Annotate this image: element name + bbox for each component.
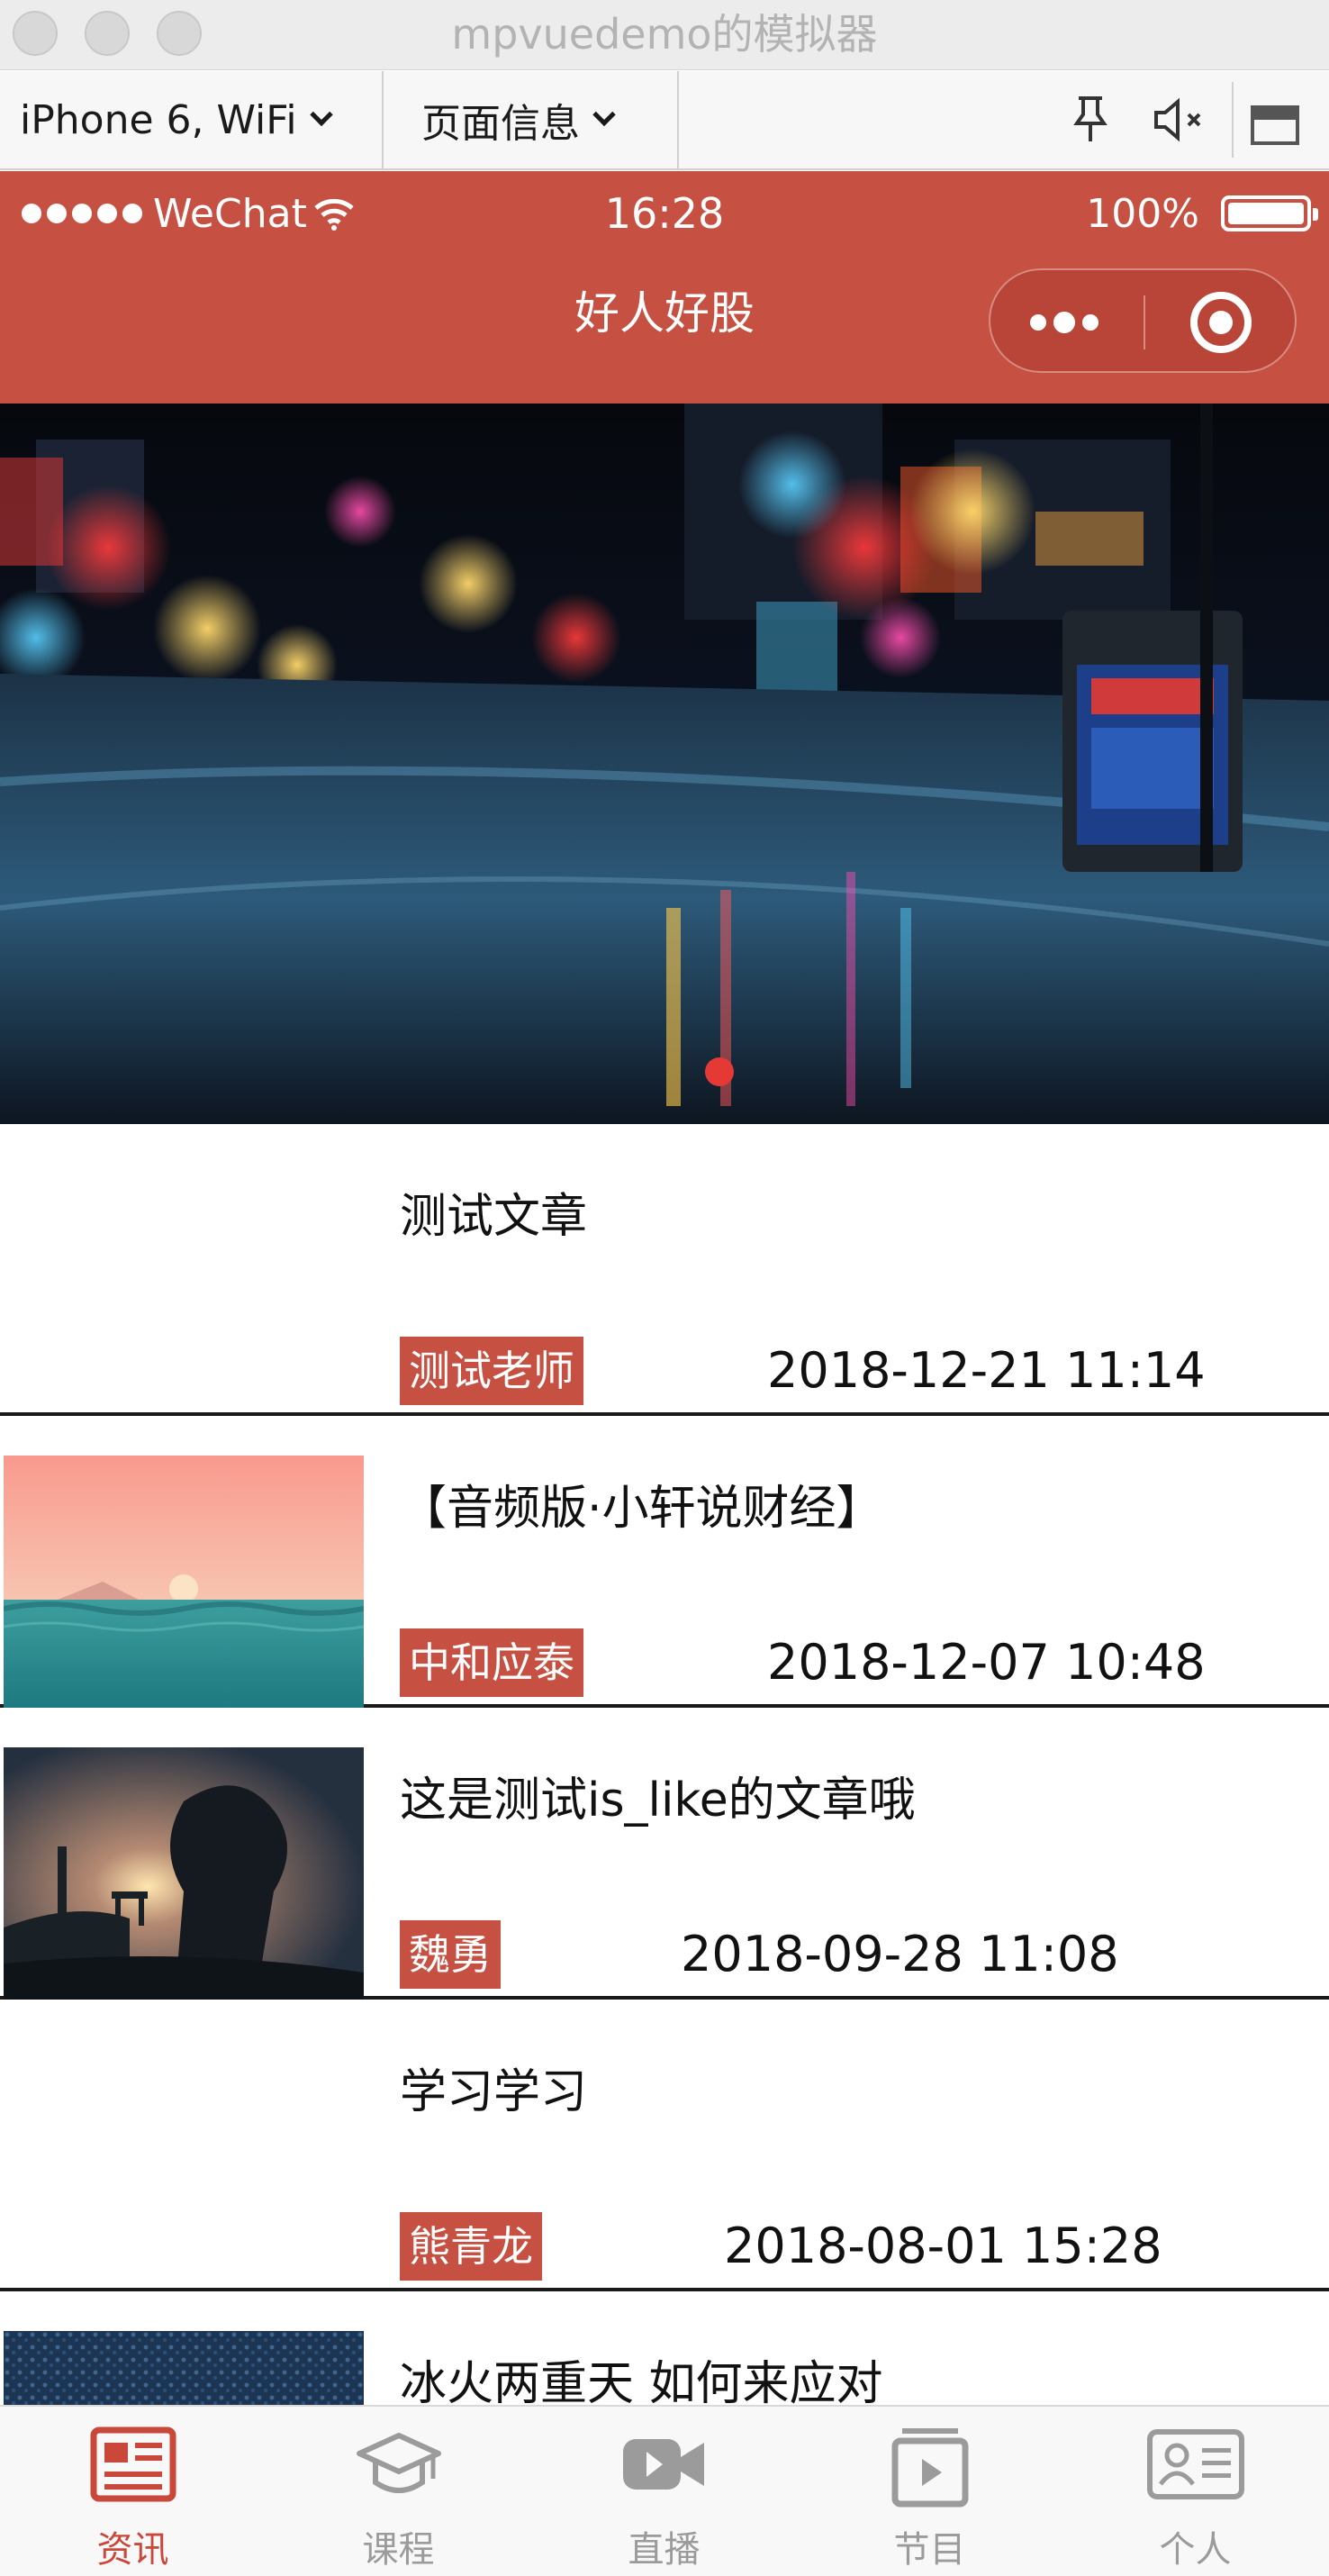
article-date: 2018-12-21 11:14 bbox=[767, 1342, 1206, 1399]
tab-live[interactable]: 直播 bbox=[531, 2407, 797, 2576]
close-miniprogram-icon[interactable] bbox=[1190, 292, 1252, 353]
tab-profile[interactable]: 个人 bbox=[1062, 2407, 1328, 2576]
status-battery: 100% bbox=[1086, 182, 1318, 245]
author-tag: 中和应泰 bbox=[400, 1628, 583, 1697]
battery-icon bbox=[1221, 195, 1318, 231]
mute-icon[interactable] bbox=[1151, 95, 1208, 145]
chevron-down-icon bbox=[592, 103, 616, 127]
article-title: 【音频版·小轩说财经】 bbox=[400, 1482, 883, 1536]
article-list: 测试文章 测试老师 2018-12-21 11:14 【音频版·小轩说财经】 中… bbox=[0, 1124, 1329, 2576]
list-item[interactable]: 学习学习 熊青龙 2018-08-01 15:28 bbox=[0, 2000, 1329, 2291]
swiper-indicator-dot[interactable] bbox=[705, 1057, 734, 1086]
page-info-selector[interactable]: 页面信息 bbox=[384, 71, 679, 168]
article-title: 这是测试is_like的文章哦 bbox=[400, 1773, 916, 1828]
list-item[interactable]: 【音频版·小轩说财经】 中和应泰 2018-12-07 10:48 bbox=[0, 1416, 1329, 1708]
window-title: mpvuedemo的模拟器 bbox=[451, 10, 878, 59]
list-item[interactable]: 测试文章 测试老师 2018-12-21 11:14 bbox=[0, 1124, 1329, 1416]
tab-bar: 资讯 课程 直播 节目 个人 bbox=[0, 2405, 1329, 2576]
news-icon bbox=[90, 2426, 176, 2502]
article-date: 2018-12-07 10:48 bbox=[767, 1634, 1206, 1691]
miniprogram-capsule bbox=[989, 268, 1297, 373]
article-thumbnail bbox=[4, 1456, 364, 1708]
author-tag: 熊青龙 bbox=[400, 2212, 542, 2281]
article-title: 学习学习 bbox=[400, 2065, 588, 2119]
more-dots-icon[interactable] bbox=[1030, 312, 1098, 333]
simulator-toolbar: iPhone 6, WiFi 页面信息 bbox=[0, 71, 1329, 170]
tab-label: 节目 bbox=[893, 2529, 966, 2571]
device-label: iPhone 6, WiFi bbox=[20, 96, 297, 143]
video-camera-icon bbox=[622, 2439, 704, 2490]
banner-swiper[interactable] bbox=[0, 404, 1329, 1124]
article-date: 2018-08-01 15:28 bbox=[724, 2218, 1162, 2274]
pin-icon[interactable] bbox=[1071, 95, 1109, 145]
article-thumbnail bbox=[4, 1747, 364, 2000]
tab-label: 资讯 bbox=[96, 2529, 169, 2571]
device-selector[interactable]: iPhone 6, WiFi bbox=[0, 71, 384, 168]
article-title: 冰火两重天 如何来应对 bbox=[400, 2357, 883, 2411]
tab-courses[interactable]: 课程 bbox=[266, 2407, 531, 2576]
article-date: 2018-09-28 11:08 bbox=[681, 1926, 1119, 1982]
tab-programs[interactable]: 节目 bbox=[797, 2407, 1062, 2576]
toolbar-divider bbox=[1232, 82, 1234, 158]
simulator-title-bar: mpvuedemo的模拟器 bbox=[0, 0, 1329, 70]
tab-label: 个人 bbox=[1159, 2529, 1232, 2571]
id-card-icon bbox=[1146, 2429, 1244, 2499]
author-tag: 测试老师 bbox=[400, 1337, 583, 1405]
article-title: 测试文章 bbox=[400, 1190, 588, 1244]
play-box-icon bbox=[891, 2428, 968, 2508]
page-info-label: 页面信息 bbox=[421, 101, 580, 147]
banner-image bbox=[0, 404, 1329, 1124]
graduation-cap-icon bbox=[356, 2433, 441, 2493]
list-item[interactable]: 这是测试is_like的文章哦 魏勇 2018-09-28 11:08 bbox=[0, 1708, 1329, 2000]
battery-percent: 100% bbox=[1086, 190, 1199, 237]
phone-header: WeChat 16:28 100% 好人好股 bbox=[0, 171, 1329, 404]
window-panel-icon[interactable] bbox=[1250, 100, 1300, 150]
tab-label: 课程 bbox=[362, 2529, 435, 2571]
capsule-divider bbox=[1144, 295, 1145, 349]
author-tag: 魏勇 bbox=[400, 1920, 501, 1989]
chevron-down-icon bbox=[309, 103, 333, 127]
tab-news[interactable]: 资讯 bbox=[0, 2407, 266, 2576]
tab-label: 直播 bbox=[628, 2529, 701, 2571]
